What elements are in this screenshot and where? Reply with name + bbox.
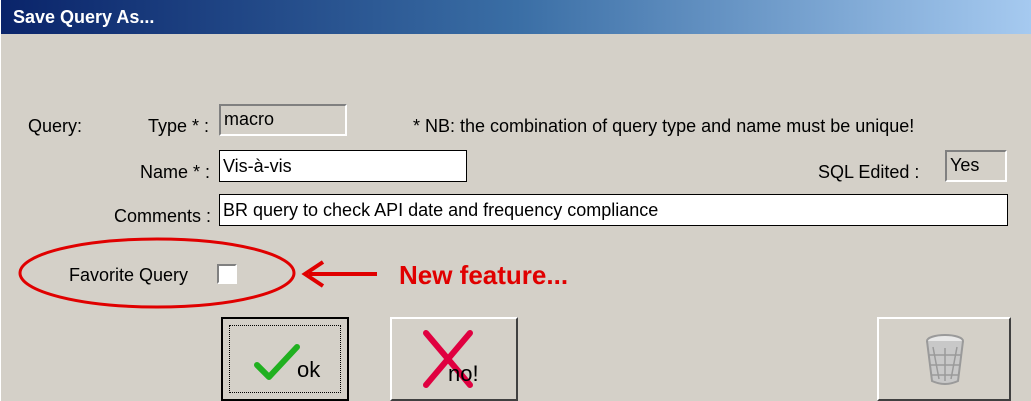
name-input[interactable]	[219, 150, 467, 182]
checkmark-icon	[254, 344, 300, 380]
ok-button[interactable]: ok	[221, 317, 349, 401]
save-query-dialog: Save Query As... Query: Type * : macro *…	[0, 0, 1031, 401]
new-feature-note: New feature...	[399, 260, 569, 290]
sql-edited-field: Yes	[945, 150, 1007, 182]
ok-label: ok	[297, 357, 321, 382]
annotation-highlight	[18, 237, 377, 309]
title-bar: Save Query As...	[1, 0, 1031, 34]
no-label: no!	[448, 361, 479, 386]
unique-note: * NB: the combination of query type and …	[413, 116, 915, 136]
highlight-ellipse	[18, 237, 296, 309]
type-label: Type * :	[148, 116, 210, 136]
window-title: Save Query As...	[13, 7, 155, 27]
type-field: macro	[219, 104, 347, 136]
trash-bin-icon	[926, 334, 964, 385]
no-button[interactable]: no!	[390, 317, 518, 401]
delete-button[interactable]	[877, 317, 1011, 401]
sql-edited-label: SQL Edited :	[818, 162, 920, 182]
comments-input[interactable]	[219, 194, 1008, 226]
comments-label: Comments :	[114, 206, 212, 226]
name-label: Name * :	[140, 162, 211, 182]
query-label: Query:	[28, 116, 83, 136]
